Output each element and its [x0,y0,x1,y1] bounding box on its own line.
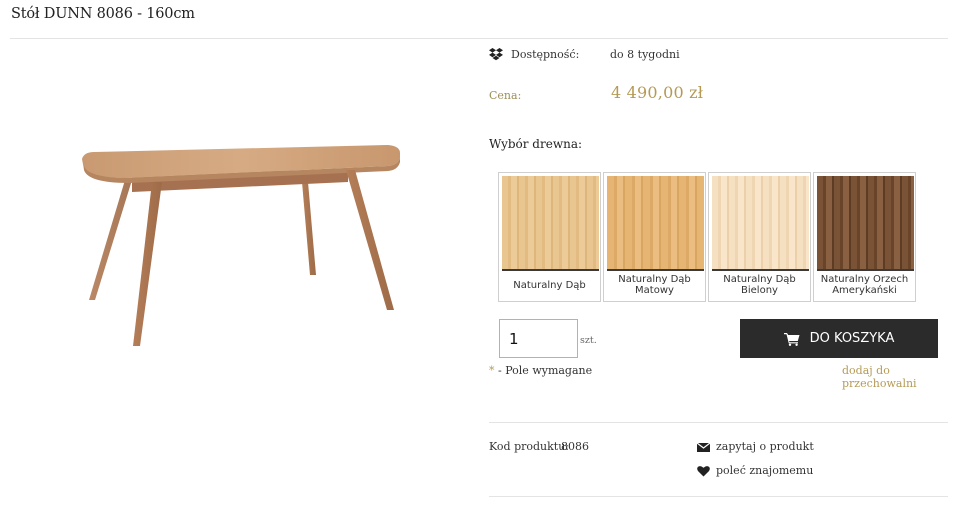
wood-option-matte-oak[interactable]: Naturalny Dąb Matowy [603,172,706,302]
wood-option-label: Naturalny Orzech Amerykański [820,274,909,296]
ask-about-product-link[interactable]: zapytaj o produkt [697,440,814,453]
wood-option-american-walnut[interactable]: Naturalny Orzech Amerykański [813,172,916,302]
product-image [82,145,400,346]
required-field-note: * - Pole wymagane [489,364,592,377]
oak-natural-swatch [502,176,599,269]
wood-option-label: Naturalny Dąb [513,280,586,291]
price-label: Cena: [489,89,522,102]
quantity-input[interactable] [499,319,578,358]
quantity-unit: szt. [580,335,597,346]
availability-value: do 8 tygodni [610,48,680,61]
swatch-underline [712,269,809,271]
availability-row: Dostępność: do 8 tygodni [489,46,949,66]
divider [489,496,948,497]
product-code-label: Kod produktu: [489,440,570,453]
add-to-wishlist-link[interactable]: dodaj do przechowalni [842,364,960,390]
dropbox-box-icon [489,48,503,61]
required-text: - Pole wymagane [494,364,593,377]
page-title: Stół DUNN 8086 - 160cm [11,6,195,22]
ask-about-product-label: zapytaj o produkt [716,440,814,453]
swatch-underline [607,269,704,271]
recommend-to-friend-label: poleć znajomemu [716,464,814,477]
swatch-underline [502,269,599,271]
price-value: 4 490,00 zł [611,83,704,102]
divider [10,38,948,39]
recommend-to-friend-link[interactable]: poleć znajomemu [697,464,813,477]
wood-selection-heading: Wybór drewna: [489,137,583,151]
divider [489,422,948,423]
product-code-value: 8086 [561,440,589,453]
wood-option-bleached-oak[interactable]: Naturalny Dąb Bielony [708,172,811,302]
wood-option-natural-oak[interactable]: Naturalny Dąb [498,172,601,302]
availability-label: Dostępność: [511,48,580,61]
envelope-icon [697,442,710,452]
oak-matte-swatch [607,176,704,269]
add-to-cart-label: DO KOSZYKA [809,331,895,346]
wood-option-label: Naturalny Dąb Bielony [723,274,796,296]
wood-swatches: Naturalny Dąb Naturalny Dąb Matowy Natur… [498,172,916,302]
wood-option-label: Naturalny Dąb Matowy [618,274,691,296]
walnut-swatch [817,176,914,269]
swatch-underline [817,269,914,271]
cart-icon [783,332,800,346]
oak-bleached-swatch [712,176,809,269]
heart-icon [697,465,710,476]
add-to-cart-button[interactable]: DO KOSZYKA [740,319,938,358]
